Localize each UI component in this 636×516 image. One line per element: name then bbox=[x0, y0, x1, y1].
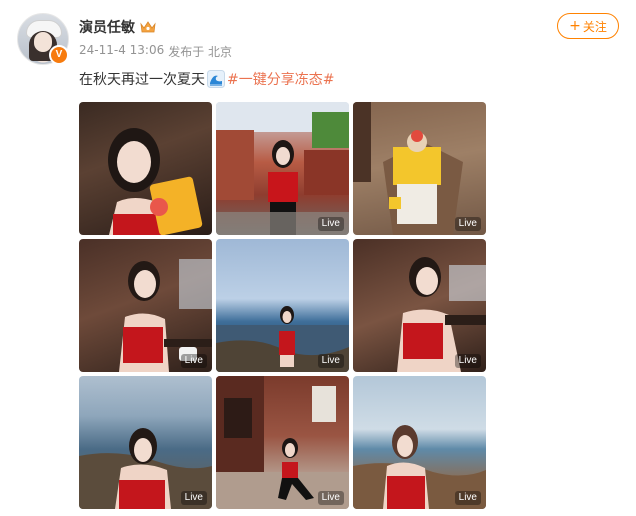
follow-button[interactable]: + 关注 bbox=[557, 13, 619, 39]
photo-6[interactable]: Live bbox=[353, 239, 486, 372]
avatar[interactable]: V bbox=[17, 13, 69, 65]
follow-label: 关注 bbox=[582, 19, 607, 34]
live-badge: Live bbox=[454, 354, 481, 368]
photo-4-image bbox=[119, 259, 212, 372]
photo-3[interactable]: Live bbox=[353, 102, 486, 235]
photo-8-image bbox=[216, 376, 349, 509]
photo-6-image bbox=[397, 257, 486, 372]
photo-1-image bbox=[108, 128, 203, 235]
live-badge: Live bbox=[317, 354, 344, 368]
photo-2[interactable]: Live bbox=[216, 102, 349, 235]
post-source: 发布于 北京 bbox=[168, 45, 233, 59]
photo-1[interactable] bbox=[79, 102, 212, 235]
wave-icon bbox=[207, 70, 225, 88]
photo-9[interactable]: Live bbox=[353, 376, 486, 509]
live-badge: Live bbox=[317, 217, 344, 231]
photo-5-image bbox=[216, 306, 349, 372]
username[interactable]: 演员任敏 bbox=[79, 17, 135, 37]
live-badge: Live bbox=[454, 491, 481, 505]
username-row: 演员任敏 bbox=[79, 17, 157, 37]
photo-9-image bbox=[353, 425, 486, 509]
live-badge: Live bbox=[454, 217, 481, 231]
live-badge: Live bbox=[180, 354, 207, 368]
post-meta: 24-11-4 13:06 发布于 北京 bbox=[79, 43, 232, 60]
photo-grid: Live Live Live Live Live Live Live Live bbox=[79, 102, 486, 509]
photo-3-image bbox=[353, 102, 486, 235]
live-badge: Live bbox=[180, 491, 207, 505]
live-badge: Live bbox=[317, 491, 344, 505]
verified-icon: V bbox=[49, 45, 69, 65]
photo-7-image bbox=[79, 428, 212, 509]
crown-icon bbox=[140, 21, 156, 33]
post-body: 在秋天再过一次夏天 bbox=[79, 72, 205, 88]
post-text: 在秋天再过一次夏天 #一键分享冻态# bbox=[79, 69, 334, 89]
hashtag-link[interactable]: #一键分享冻态# bbox=[227, 69, 334, 89]
photo-2-image bbox=[216, 102, 349, 235]
post-date[interactable]: 24-11-4 13:06 bbox=[79, 43, 164, 60]
photo-5[interactable]: Live bbox=[216, 239, 349, 372]
photo-7[interactable]: Live bbox=[79, 376, 212, 509]
photo-4[interactable]: Live bbox=[79, 239, 212, 372]
plus-icon: + bbox=[569, 18, 581, 34]
photo-8[interactable]: Live bbox=[216, 376, 349, 509]
